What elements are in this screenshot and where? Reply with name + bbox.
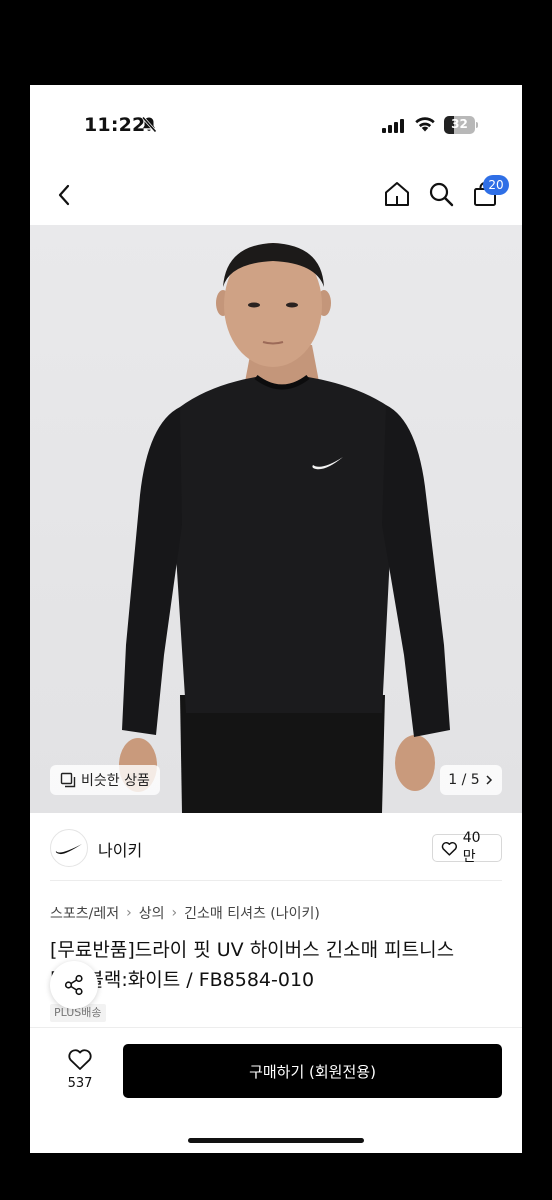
- brand-name[interactable]: 나이키: [98, 837, 142, 861]
- chevron-left-icon: [58, 184, 70, 206]
- brand-row: 나이키 40만: [50, 813, 502, 881]
- similar-products-button[interactable]: 비슷한 상품: [50, 765, 160, 795]
- product-title-line-2: 탑 - 블랙:화이트 / FB8584-010: [50, 969, 315, 991]
- cellular-signal-icon: [382, 118, 406, 137]
- image-page-text: 1 / 5: [448, 772, 480, 788]
- back-button[interactable]: [52, 181, 78, 209]
- share-button[interactable]: [50, 961, 98, 1009]
- battery-icon: 32: [444, 116, 478, 134]
- cart-count-badge: 20: [483, 175, 509, 195]
- buy-button[interactable]: 구매하기 (회원전용): [123, 1044, 502, 1098]
- similar-items-icon: [60, 772, 76, 788]
- brand-like-count: 40만: [462, 830, 481, 865]
- wifi-icon: [414, 116, 436, 136]
- bell-muted-icon: [141, 116, 157, 137]
- product-title: [무료반품]드라이 핏 UV 하이버스 긴소매 피트니스 탑 - 블랙:화이트 …: [50, 935, 510, 995]
- wishlist-count: 537: [67, 1076, 93, 1091]
- search-button[interactable]: [426, 179, 456, 209]
- chevron-right-icon: [486, 775, 492, 785]
- brand-logo[interactable]: [50, 829, 88, 867]
- search-icon: [429, 182, 454, 207]
- model-photo: [119, 243, 450, 813]
- battery-percent: 32: [451, 117, 468, 131]
- breadcrumb-item[interactable]: 스포츠/레저: [50, 903, 119, 923]
- home-indicator: [188, 1138, 364, 1143]
- share-icon: [64, 974, 83, 996]
- brand-like-button[interactable]: 40만: [432, 830, 502, 865]
- heart-icon: [68, 1049, 92, 1070]
- top-nav-bar: 20: [30, 165, 522, 225]
- home-button[interactable]: [382, 179, 412, 209]
- status-bar: 11:22 32: [30, 85, 522, 165]
- wishlist-button[interactable]: 537: [58, 1046, 102, 1098]
- chevron-right-icon: ›: [171, 905, 178, 921]
- product-title-line-1: [무료반품]드라이 핏 UV 하이버스 긴소매 피트니스: [50, 939, 455, 961]
- breadcrumb: 스포츠/레저 › 상의 › 긴소매 티셔츠 (나이키): [50, 903, 320, 923]
- similar-products-label: 비슷한 상품: [81, 773, 150, 789]
- nike-swoosh-icon: [55, 844, 82, 855]
- app-screen: 11:22 32 20 비슷한 상품 1 / 5 나이키 40만 스포츠/레저 …: [30, 85, 522, 1153]
- bottom-action-bar: 537 구매하기 (회원전용): [30, 1027, 522, 1153]
- heart-icon: [441, 841, 458, 856]
- breadcrumb-item[interactable]: 상의: [139, 903, 165, 923]
- breadcrumb-item[interactable]: 긴소매 티셔츠 (나이키): [184, 903, 320, 923]
- chevron-right-icon: ›: [126, 905, 132, 921]
- product-image[interactable]: 비슷한 상품 1 / 5: [30, 225, 522, 813]
- image-page-indicator[interactable]: 1 / 5: [440, 765, 502, 795]
- home-icon: [385, 182, 409, 206]
- status-time: 11:22: [84, 114, 146, 136]
